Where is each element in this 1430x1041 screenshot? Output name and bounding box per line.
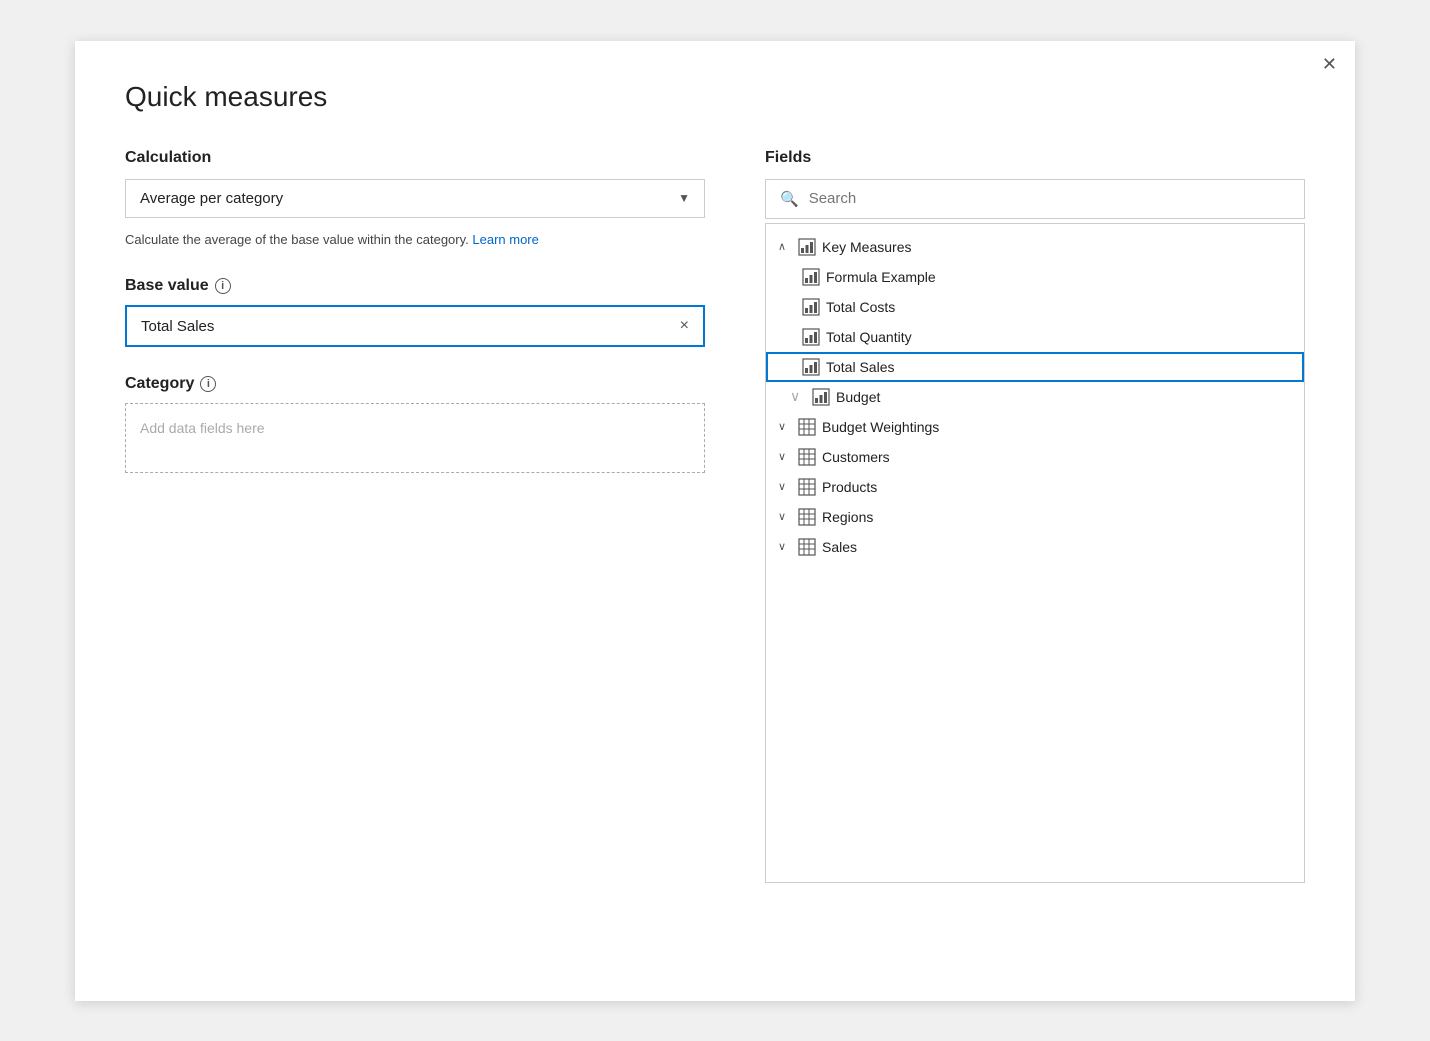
chevron-down-icon: ∨ xyxy=(778,510,792,523)
tree-item-budget-weightings[interactable]: ∨ Budget Weightings xyxy=(766,412,1304,442)
chevron-down-icon: ∨ xyxy=(778,540,792,553)
left-column: Calculation Average per category ▼ Calcu… xyxy=(125,149,705,883)
table-icon xyxy=(798,418,816,436)
tree-item-label: Total Sales xyxy=(826,359,894,375)
tree-item-products[interactable]: ∨ Products xyxy=(766,472,1304,502)
table-icon xyxy=(798,538,816,556)
tree-item-formula-example[interactable]: Formula Example xyxy=(766,262,1304,292)
tree-item-key-measures[interactable]: ∧ Key Measures xyxy=(766,232,1304,262)
chevron-up-icon: ∧ xyxy=(778,240,792,253)
tree-item-label: Sales xyxy=(822,539,857,555)
tree-item-budget[interactable]: ∨ Budget xyxy=(766,382,1304,412)
right-column: Fields 🔍 ∧ Key Measures xyxy=(765,149,1305,883)
base-value-info-icon: i xyxy=(215,278,231,294)
measure-icon xyxy=(802,328,820,346)
calculation-selected-value: Average per category xyxy=(140,190,283,207)
dropdown-arrow-icon: ▼ xyxy=(678,191,690,205)
tree-item-customers[interactable]: ∨ Customers xyxy=(766,442,1304,472)
calculation-description: Calculate the average of the base value … xyxy=(125,230,705,250)
tree-item-label: Total Quantity xyxy=(826,329,912,345)
measure-icon xyxy=(802,268,820,286)
tree-item-sales[interactable]: ∨ Sales xyxy=(766,532,1304,562)
search-input[interactable] xyxy=(809,190,1290,207)
calculation-dropdown[interactable]: Average per category ▼ xyxy=(125,179,705,218)
fields-label: Fields xyxy=(765,149,1305,167)
quick-measures-dialog: ✕ Quick measures Calculation Average per… xyxy=(75,41,1355,1001)
tree-item-total-quantity[interactable]: Total Quantity xyxy=(766,322,1304,352)
tree-item-total-costs[interactable]: Total Costs xyxy=(766,292,1304,322)
tree-item-label: Customers xyxy=(822,449,890,465)
base-value-box[interactable]: Total Sales × xyxy=(125,305,705,347)
table-icon xyxy=(798,508,816,526)
tree-item-regions[interactable]: ∨ Regions xyxy=(766,502,1304,532)
base-value-label: Base value i xyxy=(125,277,705,295)
chevron-down-icon: ∨ xyxy=(790,388,804,405)
category-info-icon: i xyxy=(200,376,216,392)
tree-item-total-sales[interactable]: Total Sales xyxy=(766,352,1304,382)
fields-tree: ∧ Key Measures xyxy=(765,223,1305,883)
tree-item-label: Regions xyxy=(822,509,873,525)
measure-icon xyxy=(812,388,830,406)
chevron-down-icon: ∨ xyxy=(778,480,792,493)
chevron-down-icon: ∨ xyxy=(778,450,792,463)
measure-icon xyxy=(802,298,820,316)
measure-icon xyxy=(802,358,820,376)
category-label: Category i xyxy=(125,375,705,393)
base-value-text: Total Sales xyxy=(141,318,214,335)
clear-base-value-button[interactable]: × xyxy=(680,317,689,335)
table-icon xyxy=(798,478,816,496)
category-placeholder: Add data fields here xyxy=(140,420,265,436)
search-box: 🔍 xyxy=(765,179,1305,219)
tree-item-label: Total Costs xyxy=(826,299,895,315)
tree-item-label: Products xyxy=(822,479,877,495)
search-icon: 🔍 xyxy=(780,190,799,208)
calculation-label: Calculation xyxy=(125,149,705,167)
table-icon xyxy=(798,448,816,466)
tree-item-label: Key Measures xyxy=(822,239,911,255)
tree-item-label: Budget Weightings xyxy=(822,419,939,435)
close-button[interactable]: ✕ xyxy=(1322,55,1337,73)
learn-more-link[interactable]: Learn more xyxy=(472,232,538,247)
tree-item-label: Formula Example xyxy=(826,269,936,285)
tree-item-label: Budget xyxy=(836,389,880,405)
measure-icon xyxy=(798,238,816,256)
chevron-down-icon: ∨ xyxy=(778,420,792,433)
dialog-title: Quick measures xyxy=(125,81,1305,113)
category-dropzone[interactable]: Add data fields here xyxy=(125,403,705,473)
